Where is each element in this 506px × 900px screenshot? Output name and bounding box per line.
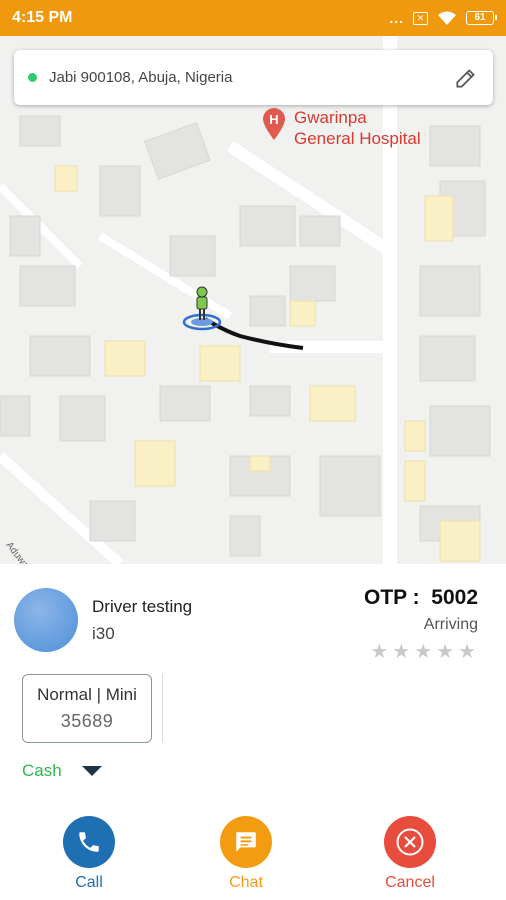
poi-name-line2: General Hospital [294, 129, 421, 148]
battery-icon: 61 [466, 11, 497, 25]
svg-text:H: H [269, 112, 278, 127]
star-icon: ★ [370, 641, 389, 663]
location-dot-icon [28, 73, 37, 82]
pickup-address: Jabi 900108, Abuja, Nigeria [49, 69, 233, 86]
otp-label: OTP : [363, 586, 420, 609]
hospital-pin-icon: H [263, 108, 285, 140]
payment-method-selector[interactable]: Cash [22, 761, 102, 781]
otp: OTP : 5002 [364, 586, 478, 610]
driver-name: Driver testing [92, 597, 193, 616]
map-view[interactable]: Aduwa Cl [0, 36, 506, 564]
call-button[interactable]: Call [44, 816, 134, 892]
cancel-button[interactable]: Cancel [365, 816, 455, 892]
driver-avatar [14, 588, 78, 652]
otp-value: 5002 [431, 586, 478, 609]
poi-name-line1: Gwarinpa [294, 108, 367, 127]
status-bar: 4:15 PM ... ✕ 61 [0, 0, 506, 36]
wifi-icon [438, 11, 456, 25]
poi-hospital[interactable]: H Gwarinpa General Hospital [262, 107, 421, 149]
status-time: 4:15 PM [12, 9, 73, 26]
edit-pencil-icon[interactable] [453, 65, 479, 91]
poi-name: Gwarinpa General Hospital [294, 107, 421, 149]
ride-status: Arriving [423, 616, 478, 633]
payment-method: Cash [22, 761, 62, 780]
more-dots-icon: ... [389, 10, 404, 26]
car-model: i30 [92, 624, 115, 643]
cancel-label: Cancel [385, 874, 435, 891]
driver-panel: Driver testing i30 OTP : 5002 Arriving ★… [0, 564, 506, 900]
star-icon: ★ [458, 641, 476, 663]
pickup-address-bar[interactable]: Jabi 900108, Abuja, Nigeria [14, 50, 493, 105]
vehicle-info: Normal | Mini 35689 [22, 674, 152, 743]
vehicle-type: Normal | Mini [37, 685, 137, 704]
chat-button[interactable]: Chat [201, 816, 291, 892]
star-icon: ★ [392, 641, 411, 663]
cancel-x-icon [384, 816, 436, 868]
chat-bubble-icon [220, 816, 272, 868]
vertical-divider [162, 674, 163, 742]
x-box-icon: ✕ [413, 11, 428, 25]
vehicle-number: 35689 [60, 711, 114, 731]
status-icons: ... ✕ 61 [389, 10, 497, 26]
chat-label: Chat [229, 874, 263, 891]
dropdown-caret-icon [81, 766, 102, 776]
call-label: Call [75, 874, 103, 891]
star-icon: ★ [414, 641, 433, 663]
driver-rating: ★ ★ ★ ★ ★ [370, 639, 476, 664]
star-icon: ★ [436, 641, 455, 663]
map-background [0, 36, 491, 564]
phone-icon [63, 816, 115, 868]
